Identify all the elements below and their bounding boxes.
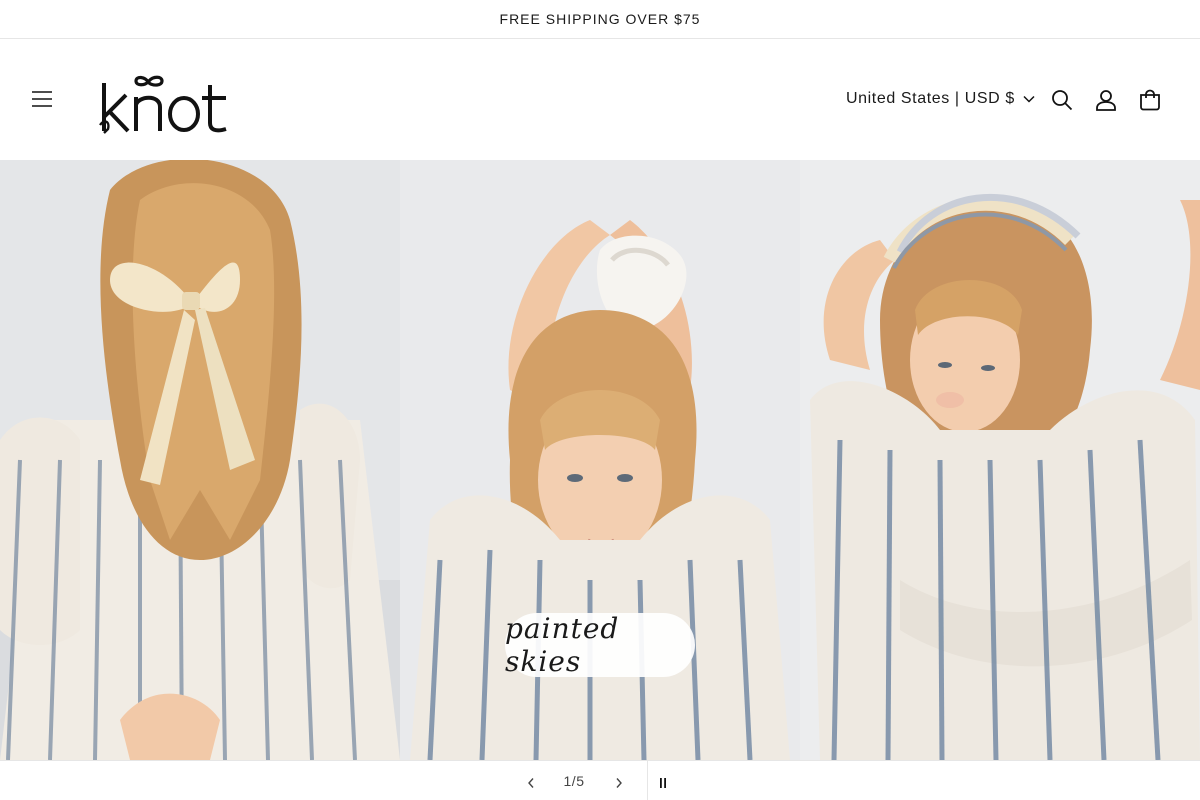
slideshow-controls: 1/5 — [0, 760, 1200, 800]
cart-button[interactable] — [1130, 80, 1170, 120]
chevron-down-icon — [1023, 95, 1035, 103]
previous-slide-button[interactable] — [511, 763, 551, 800]
search-button[interactable] — [1042, 80, 1082, 120]
account-icon — [1096, 90, 1116, 111]
country-selector-label: United States | USD $ — [846, 90, 1015, 107]
pause-slideshow-button[interactable] — [643, 763, 683, 800]
country-selector[interactable]: United States | USD $ — [846, 85, 1035, 113]
search-icon — [1052, 90, 1073, 111]
slide-counter: 1/5 — [563, 773, 585, 789]
account-button[interactable] — [1086, 80, 1126, 120]
cart-icon — [1140, 89, 1160, 111]
slide-image-headband — [800, 160, 1200, 760]
announcement-text: FREE SHIPPING OVER $75 — [499, 11, 701, 27]
slide-image-bow — [0, 160, 400, 760]
menu-icon — [32, 91, 52, 107]
next-slide-button[interactable] — [599, 763, 639, 800]
menu-button[interactable] — [22, 79, 62, 119]
pause-icon — [660, 778, 666, 788]
slide-caption-text: painted skies — [505, 612, 620, 678]
chevron-right-icon — [616, 778, 622, 788]
hero-slideshow: painted skies — [0, 160, 1200, 760]
slide-caption: painted skies — [505, 612, 695, 678]
knot-logo[interactable] — [98, 69, 234, 139]
announcement-bar: FREE SHIPPING OVER $75 — [0, 0, 1200, 39]
site-header: United States | USD $ — [0, 39, 1200, 160]
slide-image-painted-skies: painted skies — [400, 160, 800, 760]
chevron-left-icon — [528, 778, 534, 788]
